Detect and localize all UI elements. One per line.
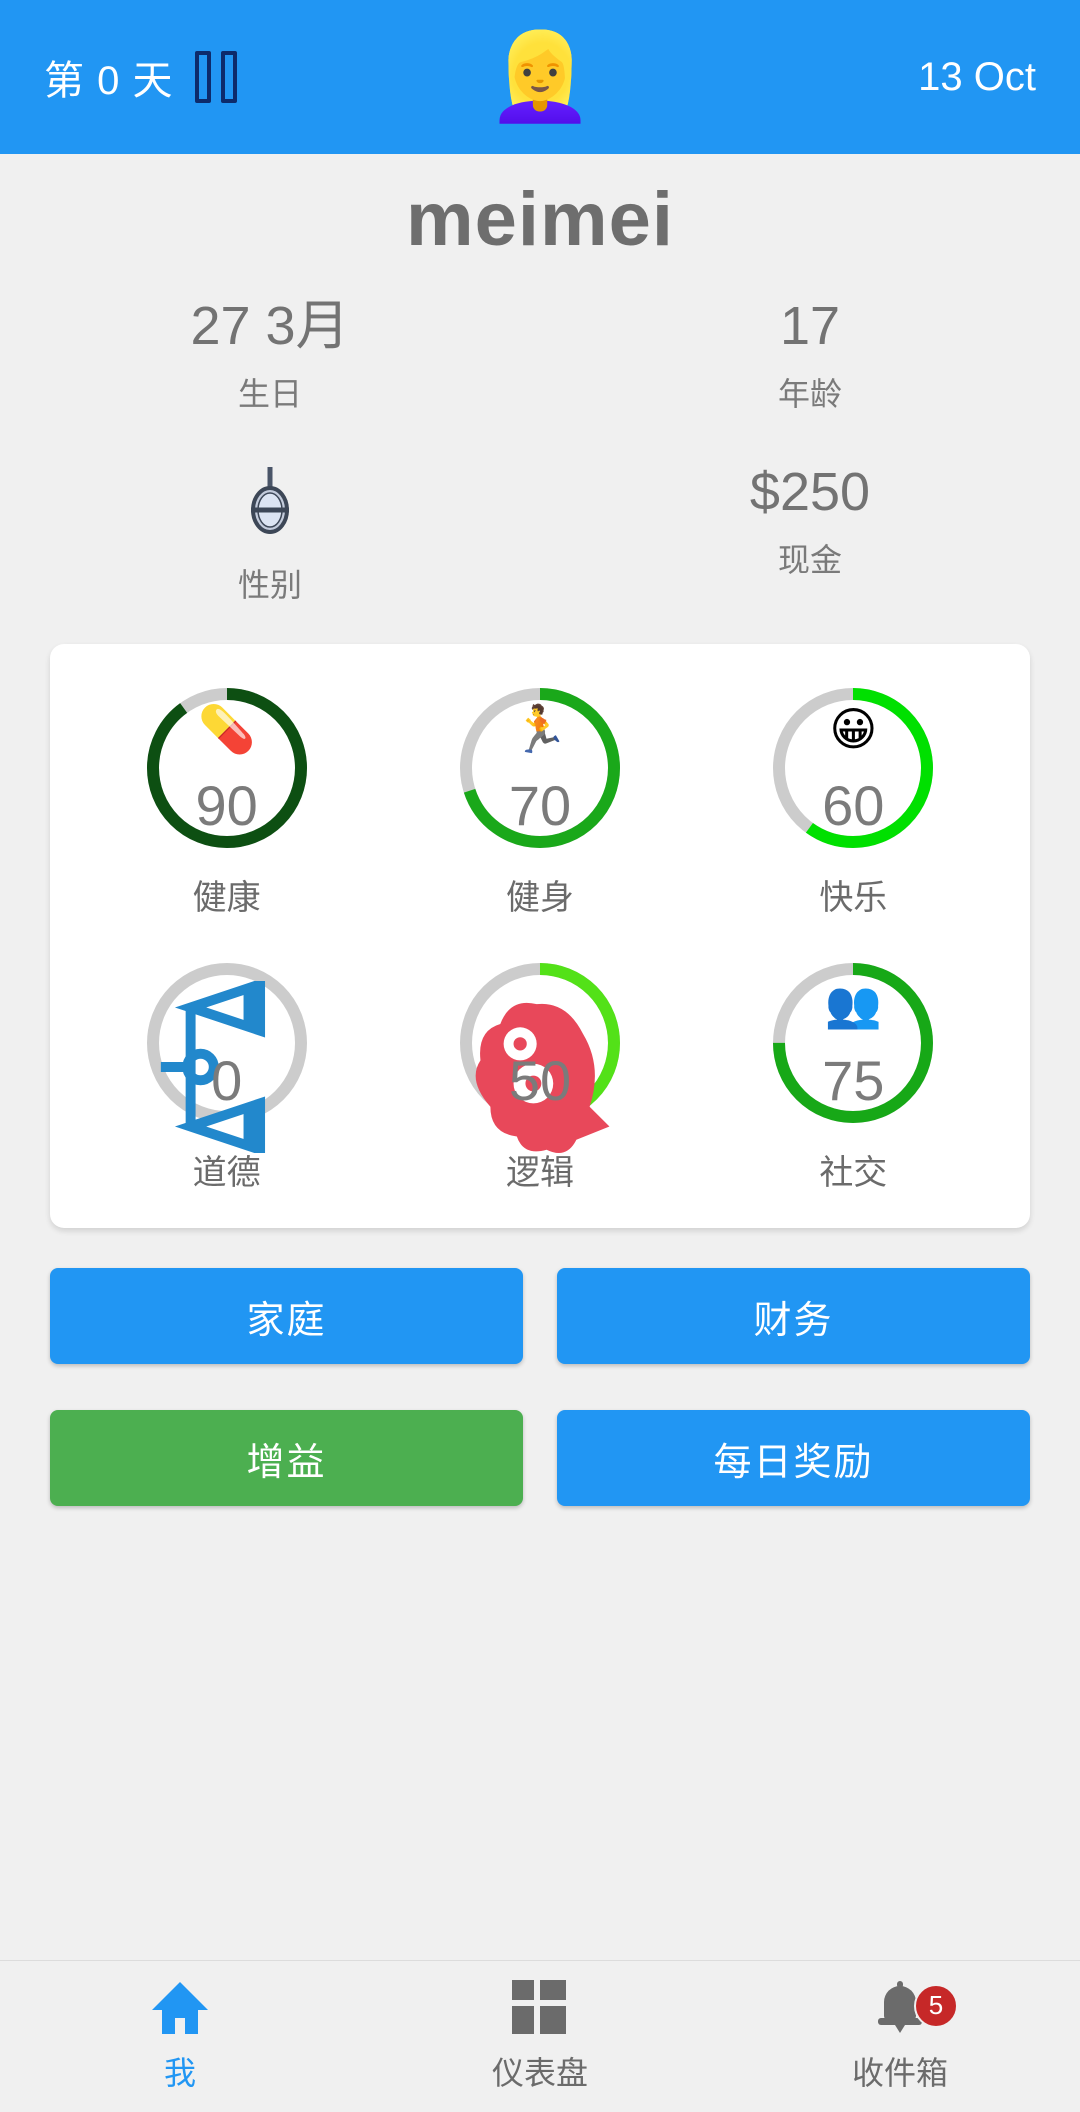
profile-stat-grid: 27 3月 生日 17 年龄 性别 $250 现金 (0, 299, 1080, 606)
stat-label: 性别 (237, 567, 302, 604)
attribute-happiness[interactable]: 😀 60 快乐 (697, 682, 1010, 919)
daily-reward-button[interactable]: 每日奖励 (557, 1410, 1030, 1507)
smiley-icon: 😀 (829, 703, 878, 756)
stat-value: 27 3月 (190, 296, 350, 357)
attribute-fitness[interactable]: 🏃 70 健身 (383, 682, 696, 919)
stat-cash: $250 现金 (540, 465, 1080, 606)
nav-item-inbox[interactable]: 5 收件箱 (720, 1980, 1080, 2094)
header-left-group: 第 0 天 (44, 48, 238, 106)
stat-label: 生日 (237, 376, 302, 413)
ring-value: 90 (195, 774, 258, 838)
nav-item-dashboard[interactable]: 仪表盘 (360, 1979, 720, 2094)
stat-label: 现金 (777, 542, 842, 579)
app-header: 第 0 天 👱‍♀️ 13 Oct (0, 0, 1080, 154)
profile-stat-row: 27 3月 生日 17 年龄 (0, 299, 1080, 415)
stat-label: 年龄 (777, 376, 842, 413)
stat-value: 17 (779, 296, 841, 357)
family-button[interactable]: 家庭 (50, 1268, 523, 1365)
ring-value: 50 (508, 1049, 572, 1113)
dashboard-icon (512, 1979, 568, 2036)
progress-ring: 💊 90 (141, 682, 313, 854)
home-icon (152, 1980, 208, 2036)
ring-value: 0 (211, 1049, 243, 1113)
nav-label: 我 (163, 2054, 196, 2091)
nav-label: 仪表盘 (491, 2054, 588, 2091)
attribute-morality[interactable]: 0 道德 (70, 957, 383, 1194)
attribute-social[interactable]: 👥 75 社交 (697, 957, 1010, 1194)
nav-item-me[interactable]: 我 (0, 1980, 360, 2094)
bottom-navigation: 我 仪表盘 5 收件箱 (0, 1960, 1080, 2112)
day-counter: 第 0 天 (44, 59, 174, 103)
progress-ring: 🏃 70 (454, 682, 626, 854)
ring-label: 快乐 (819, 879, 888, 918)
profile-section: meimei 27 3月 生日 17 年龄 性别 $250 现金 (0, 154, 1080, 606)
app-root: 第 0 天 👱‍♀️ 13 Oct meimei 27 3月 生日 17 年龄 (0, 0, 1080, 2112)
ring-value: 75 (822, 1049, 885, 1113)
attribute-logic[interactable]: 50 逻辑 (383, 957, 696, 1194)
stat-birthday: 27 3月 生日 (0, 299, 540, 415)
profile-stat-row: 性别 $250 现金 (0, 465, 1080, 606)
nav-label: 收件箱 (851, 2054, 948, 2091)
finance-button[interactable]: 财务 (557, 1268, 1030, 1365)
action-row-1: 家庭 财务 (50, 1268, 1030, 1365)
runner-icon: 🏃 (511, 703, 569, 756)
action-row-2: 增益 每日奖励 (50, 1410, 1030, 1507)
status-badge: 5 (914, 1983, 958, 2028)
stat-value: $250 (749, 462, 871, 523)
page-title: meimei (406, 177, 674, 262)
attribute-ring-row: 0 道德 50 逻辑 👥 75 社交 (70, 957, 1010, 1194)
pause-icon[interactable] (195, 51, 238, 103)
progress-ring: 0 (141, 957, 313, 1154)
ring-label: 健康 (192, 879, 261, 918)
avatar[interactable]: 👱‍♀️ (486, 34, 593, 120)
stat-gender: 性别 (0, 465, 540, 606)
stat-age: 17 年龄 (540, 299, 1080, 415)
pill-icon: 💊 (198, 703, 256, 756)
current-date: 13 Oct (918, 54, 1036, 99)
progress-ring: 😀 60 (767, 682, 939, 854)
female-gender-icon (243, 465, 297, 544)
ring-label: 健身 (505, 879, 574, 918)
people-group-icon: 👥 (824, 978, 882, 1031)
action-buttons: 家庭 财务 增益 每日奖励 (0, 1268, 1080, 1507)
attributes-card: 💊 90 健康 🏃 70 健身 😀 60 快乐 0 道德 50 逻辑 👥 75 … (50, 644, 1030, 1229)
progress-ring: 50 (454, 957, 626, 1154)
attribute-ring-row: 💊 90 健康 🏃 70 健身 😀 60 快乐 (70, 682, 1010, 919)
boost-button[interactable]: 增益 (50, 1410, 523, 1507)
ring-value: 70 (508, 774, 572, 838)
ring-value: 60 (822, 774, 885, 838)
ring-label: 社交 (819, 1154, 888, 1193)
progress-ring: 👥 75 (767, 957, 939, 1129)
attribute-health[interactable]: 💊 90 健康 (70, 682, 383, 919)
